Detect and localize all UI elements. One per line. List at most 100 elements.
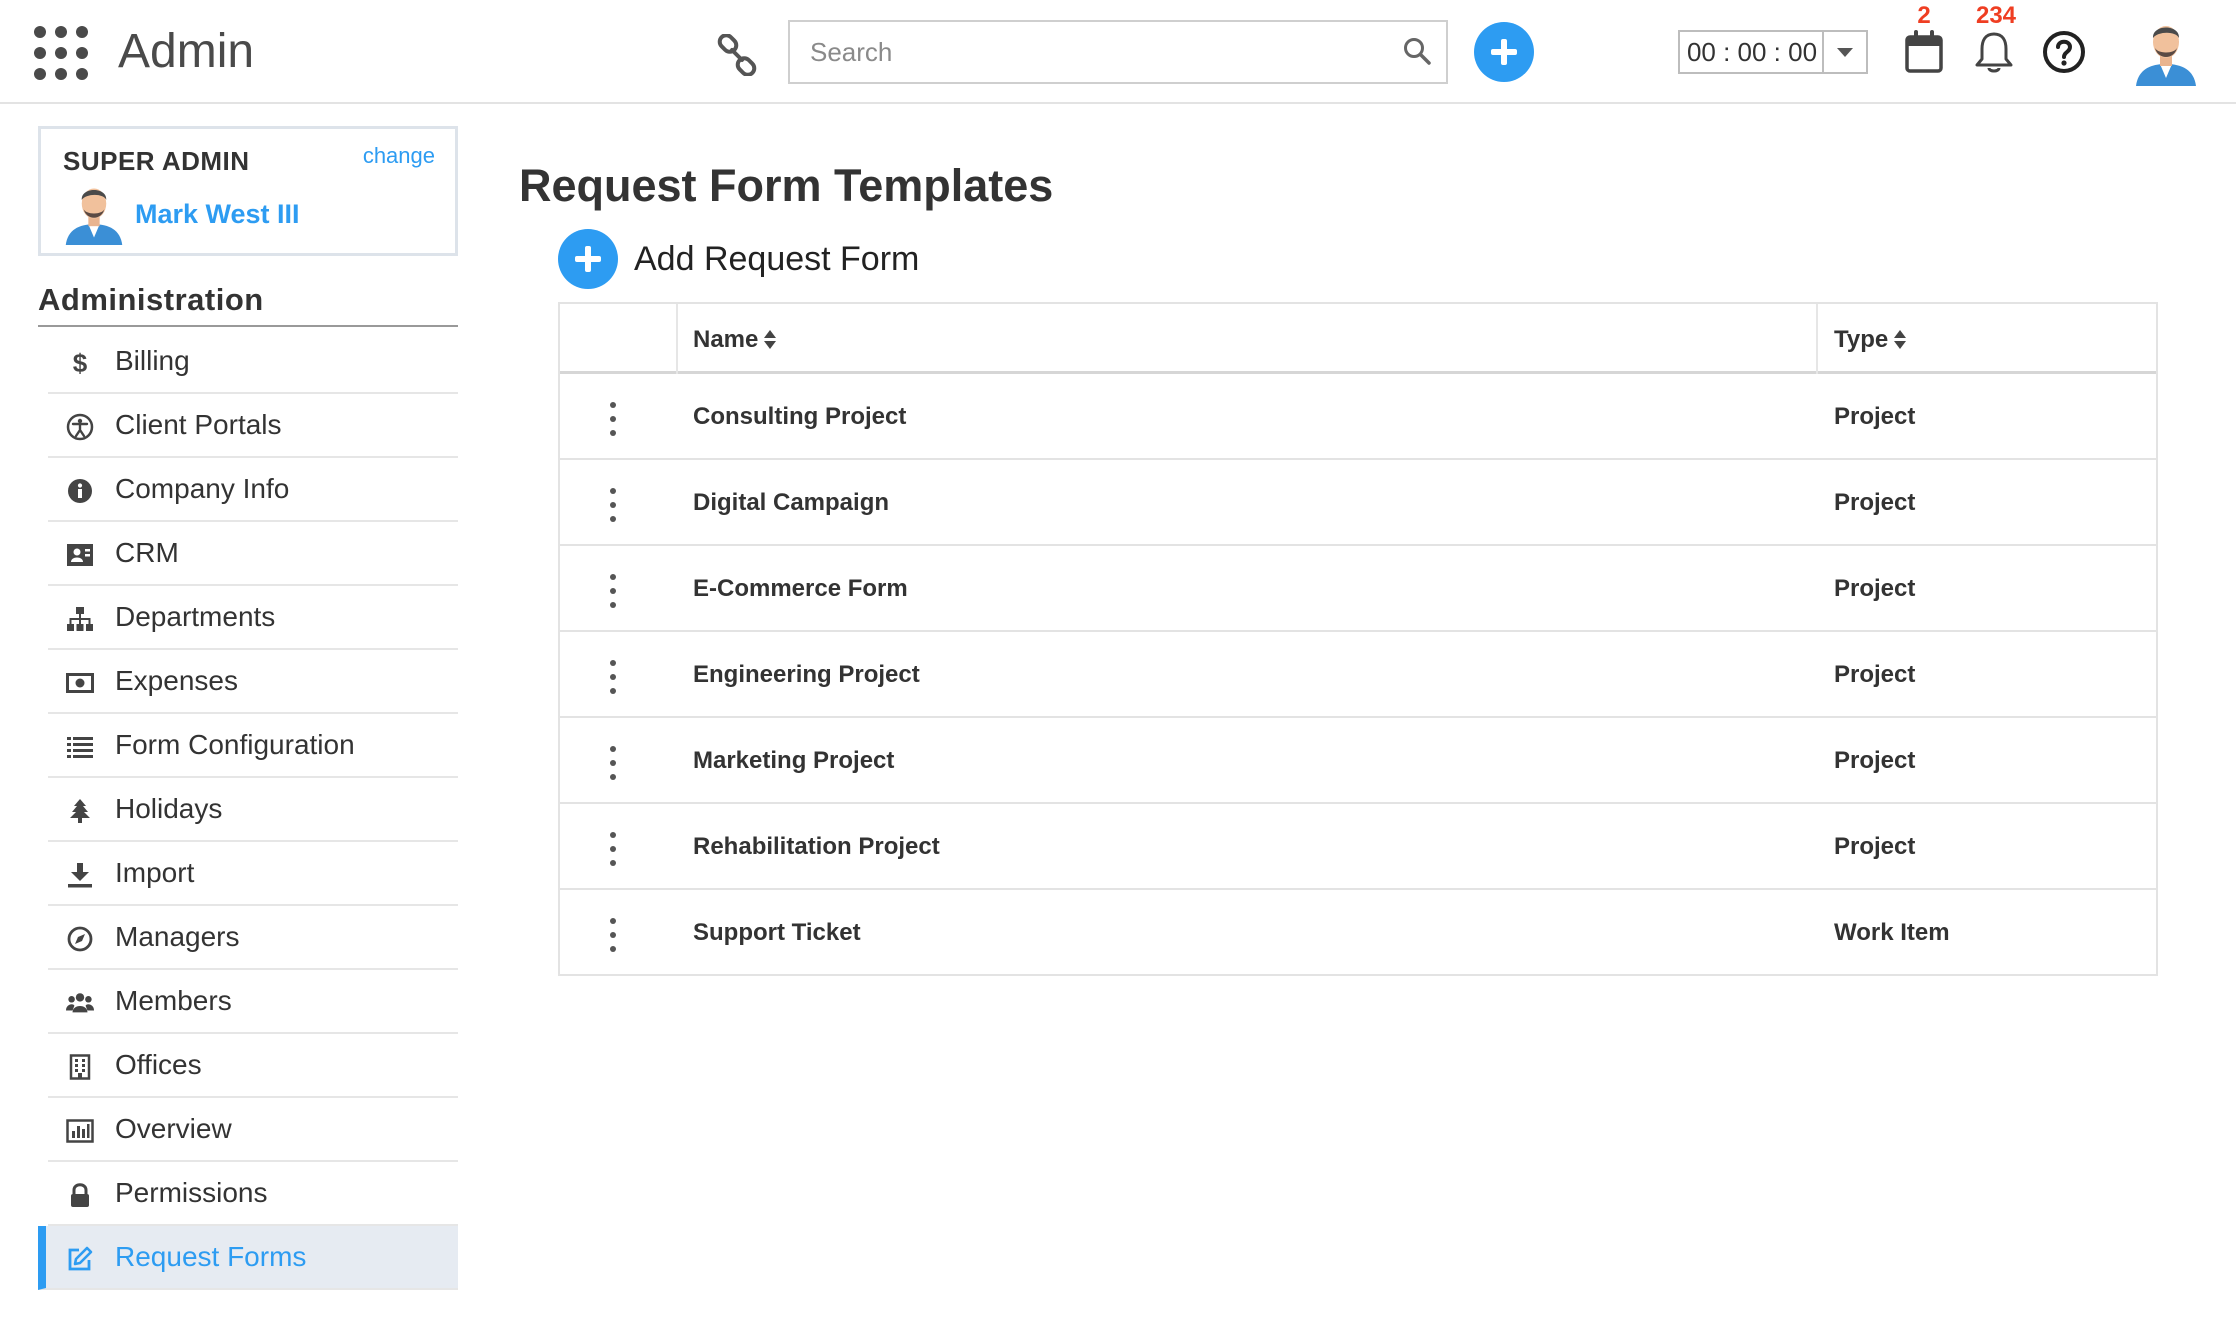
sidebar-section-title: Administration [38,282,264,317]
lock-icon [66,1181,94,1209]
sidebar-item-billing[interactable]: $ Billing [48,330,458,394]
sort-icon [1894,328,1907,352]
sidebar-item-managers[interactable]: Managers [48,906,458,970]
compass-icon [66,925,94,953]
sidebar-item-label: Request Forms [115,1241,307,1272]
calendar-icon[interactable] [1904,30,1944,74]
column-divider [676,304,678,374]
sidebar-item-label: Offices [115,1049,202,1080]
name-column-header[interactable]: Name [693,326,777,354]
table-row[interactable]: Marketing Project Project [560,718,2156,804]
table-header: Name Type [560,304,2156,374]
sidebar-item-company-info[interactable]: Company Info [48,458,458,522]
info-icon [66,477,94,505]
kebab-menu-icon[interactable] [606,918,620,952]
form-type: Project [1834,403,1916,430]
building-icon [66,1053,94,1081]
form-name[interactable]: E-Commerce Form [693,575,908,603]
profile-avatar [65,188,123,245]
form-type: Project [1834,661,1916,688]
sidebar-item-overview[interactable]: Overview [48,1098,458,1162]
form-type: Work Item [1834,919,1950,946]
tree-icon [66,797,94,825]
accessibility-icon [66,413,94,441]
users-icon [66,989,94,1017]
table-row[interactable]: Consulting Project Project [560,374,2156,460]
sort-icon [764,328,777,352]
bell-icon[interactable] [1974,30,2014,74]
sidebar-item-departments[interactable]: Departments [48,586,458,650]
sidebar-item-label: CRM [115,537,179,568]
sidebar-item-crm[interactable]: CRM [48,522,458,586]
org-chart-icon [66,605,94,633]
link-icon[interactable] [716,34,758,76]
sidebar-item-form-configuration[interactable]: Form Configuration [48,714,458,778]
timer-widget[interactable]: 00 : 00 : 00 [1678,30,1868,74]
sidebar-item-label: Form Configuration [115,729,355,760]
sidebar-item-next[interactable] [48,1290,458,1320]
sidebar-item-label: Members [115,985,232,1016]
sidebar-item-expenses[interactable]: Expenses [48,650,458,714]
kebab-menu-icon[interactable] [606,660,620,694]
column-divider [1816,304,1818,374]
page-title: Request Form Templates [519,160,1054,211]
table-row[interactable]: Rehabilitation Project Project [560,804,2156,890]
role-label: SUPER ADMIN [63,146,250,176]
form-name[interactable]: Digital Campaign [693,489,889,517]
form-name[interactable]: Support Ticket [693,919,861,947]
form-name[interactable]: Engineering Project [693,661,920,689]
form-type: Project [1834,747,1916,774]
kebab-menu-icon[interactable] [606,746,620,780]
section-divider [38,325,458,327]
type-column-header[interactable]: Type [1834,326,1907,354]
sidebar-item-holidays[interactable]: Holidays [48,778,458,842]
table-row[interactable]: Support Ticket Work Item [560,890,2156,976]
money-icon [66,669,94,697]
table-row[interactable]: Engineering Project Project [560,632,2156,718]
sidebar-item-offices[interactable]: Offices [48,1034,458,1098]
edit-icon [66,1245,94,1273]
table-row[interactable]: Digital Campaign Project [560,460,2156,546]
sidebar-nav: $ Billing Client Portals Company Info CR… [38,330,458,1320]
sidebar-item-import[interactable]: Import [48,842,458,906]
svg-text:$: $ [73,349,88,377]
download-icon [66,861,94,889]
app-grid-icon[interactable] [34,26,88,80]
profile-card: SUPER ADMIN change Mark West III [38,126,458,256]
search-icon[interactable] [1402,36,1432,66]
calendar-badge: 2 [1917,2,1931,29]
sidebar-item-request-forms[interactable]: Request Forms [38,1226,458,1290]
table-row[interactable]: E-Commerce Form Project [560,546,2156,632]
search-box [788,20,1448,84]
form-name[interactable]: Consulting Project [693,403,906,431]
chevron-down-icon[interactable] [1822,32,1866,72]
change-role-link[interactable]: change [363,143,435,169]
sidebar-item-members[interactable]: Members [48,970,458,1034]
user-avatar[interactable] [2134,18,2198,86]
kebab-menu-icon[interactable] [606,488,620,522]
user-name-link[interactable]: Mark West III [135,199,300,230]
form-name[interactable]: Marketing Project [693,747,894,775]
sidebar-item-client-portals[interactable]: Client Portals [48,394,458,458]
sidebar-item-label: Import [115,857,195,888]
sidebar-item-label: Managers [115,921,240,952]
sidebar-item-label: Holidays [115,793,223,824]
search-input[interactable] [790,22,1390,82]
form-type: Project [1834,489,1916,516]
kebab-menu-icon[interactable] [606,574,620,608]
app-title: Admin [118,25,255,78]
kebab-menu-icon[interactable] [606,832,620,866]
plus-circle-icon[interactable] [558,229,618,289]
quick-add-button[interactable] [1474,22,1534,82]
sidebar-item-permissions[interactable]: Permissions [48,1162,458,1226]
type-column-label: Type [1834,326,1889,353]
form-name[interactable]: Rehabilitation Project [693,833,940,861]
top-header: Admin 00 : 00 : 00 2 234 [0,0,2236,104]
kebab-menu-icon[interactable] [606,402,620,436]
sidebar-item-label: Billing [115,345,190,376]
help-icon[interactable] [2042,30,2086,74]
name-column-label: Name [693,326,759,353]
form-type: Project [1834,575,1916,602]
sidebar-item-label: Company Info [115,473,290,504]
form-type: Project [1834,833,1916,860]
